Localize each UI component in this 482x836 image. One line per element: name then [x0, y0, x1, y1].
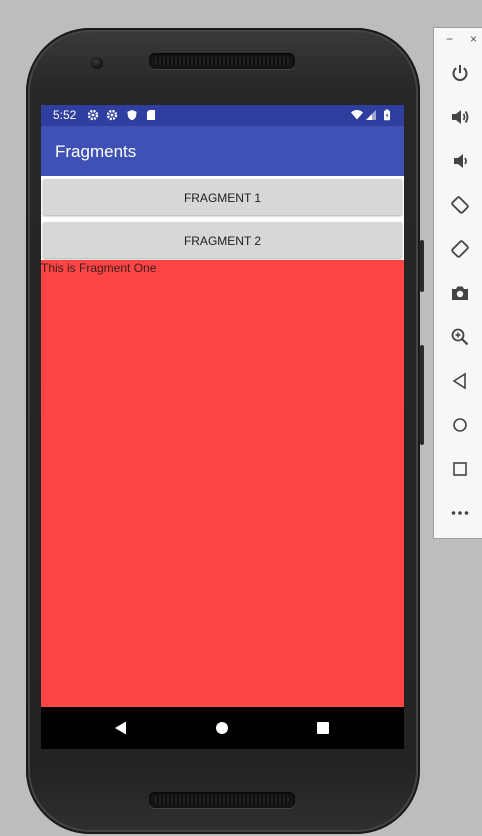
volume-down-icon[interactable] [450, 151, 470, 171]
camera-icon[interactable] [450, 283, 470, 303]
rotate-right-icon[interactable] [450, 239, 470, 259]
status-bar: 5:52 [41, 105, 404, 126]
home-icon[interactable] [450, 415, 470, 435]
shield-icon [127, 110, 137, 121]
back-icon[interactable] [450, 371, 470, 391]
home-icon[interactable] [214, 720, 230, 736]
phone-side-button-power [420, 240, 424, 292]
fragment-text: This is Fragment One [41, 261, 157, 275]
power-icon[interactable] [450, 63, 470, 83]
navigation-bar [41, 707, 404, 749]
minimize-button[interactable]: − [446, 32, 453, 46]
volume-up-icon[interactable] [450, 107, 470, 127]
more-icon[interactable] [450, 503, 470, 523]
rotate-left-icon[interactable] [450, 195, 470, 215]
app-title: Fragments [55, 142, 137, 161]
top-speaker [149, 53, 295, 69]
back-icon[interactable] [113, 720, 129, 736]
wifi-icon [351, 110, 363, 120]
front-camera [91, 57, 103, 69]
bottom-speaker [149, 792, 295, 808]
device-screen: 5:52 Fragments FRAGMENT 1 FRAGMENT 2 Thi… [41, 105, 404, 749]
fragment-1-button[interactable]: FRAGMENT 1 [43, 179, 402, 215]
zoom-icon[interactable] [450, 327, 470, 347]
app-bar: Fragments [41, 126, 404, 176]
cell-signal-icon [366, 110, 376, 120]
status-time: 5:52 [53, 108, 77, 122]
button-area: FRAGMENT 1 FRAGMENT 2 [41, 176, 404, 260]
phone-side-button-volume [420, 345, 424, 445]
settings-icon [87, 109, 99, 121]
close-button[interactable]: × [470, 32, 477, 46]
emulator-toolbar: − × [433, 27, 482, 539]
battery-icon [384, 109, 390, 121]
overview-icon[interactable] [450, 459, 470, 479]
settings-icon [106, 109, 118, 121]
recents-icon[interactable] [315, 720, 331, 736]
fragment-2-button[interactable]: FRAGMENT 2 [43, 222, 402, 258]
sd-card-icon [147, 110, 155, 120]
